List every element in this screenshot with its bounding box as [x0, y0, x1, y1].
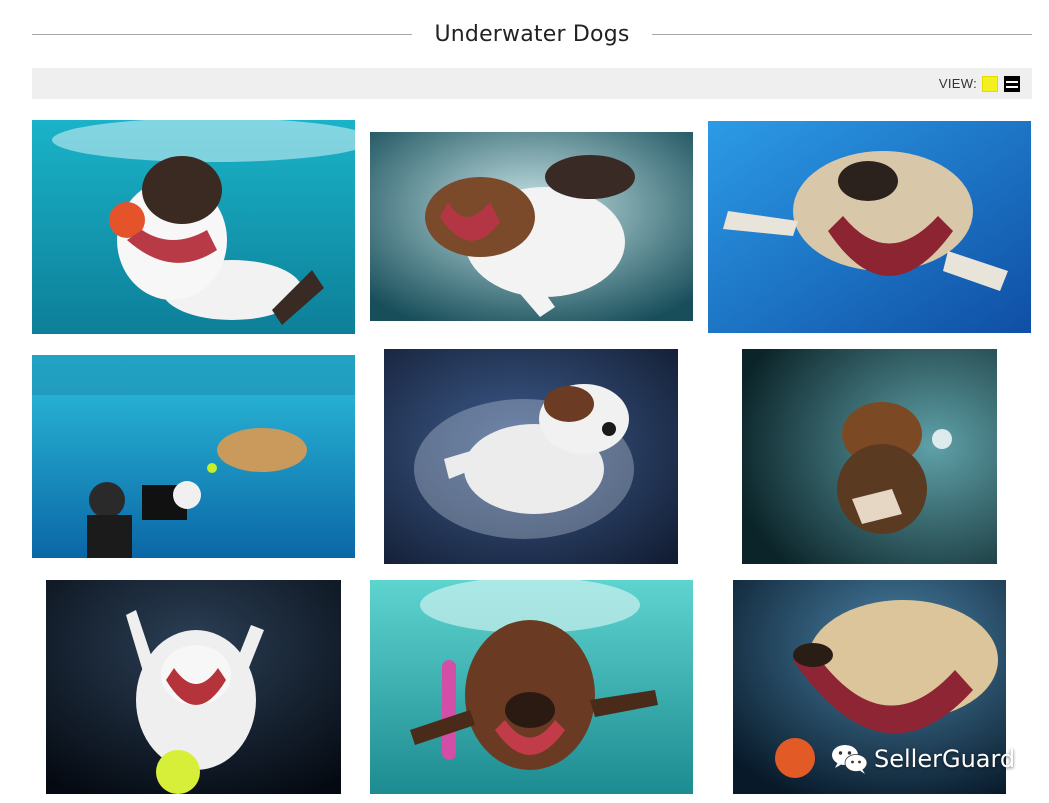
watermark: SellerGuard [830, 742, 1015, 776]
watermark-text: SellerGuard [874, 745, 1016, 773]
dog-photo-7[interactable] [46, 580, 341, 794]
view-toolbar: VIEW: [32, 68, 1032, 99]
dog-photo-2[interactable] [370, 132, 693, 321]
header-rule-right [651, 33, 1032, 35]
dog-photo-4[interactable] [32, 355, 355, 558]
dog-photo-5[interactable] [384, 349, 678, 564]
dog-photo-8[interactable] [370, 580, 693, 794]
view-label: VIEW: [938, 76, 977, 91]
dog-photo-6[interactable] [742, 349, 997, 564]
list-view-icon[interactable] [1004, 75, 1020, 92]
dog-photo-1[interactable] [32, 120, 355, 334]
header-rule-left [32, 33, 413, 35]
grid-view-icon[interactable] [982, 75, 998, 92]
page-header: Underwater Dogs [32, 14, 1032, 54]
dog-photo-3[interactable] [708, 121, 1031, 333]
wechat-logo-icon [832, 745, 868, 774]
page-title: Underwater Dogs [434, 21, 630, 47]
